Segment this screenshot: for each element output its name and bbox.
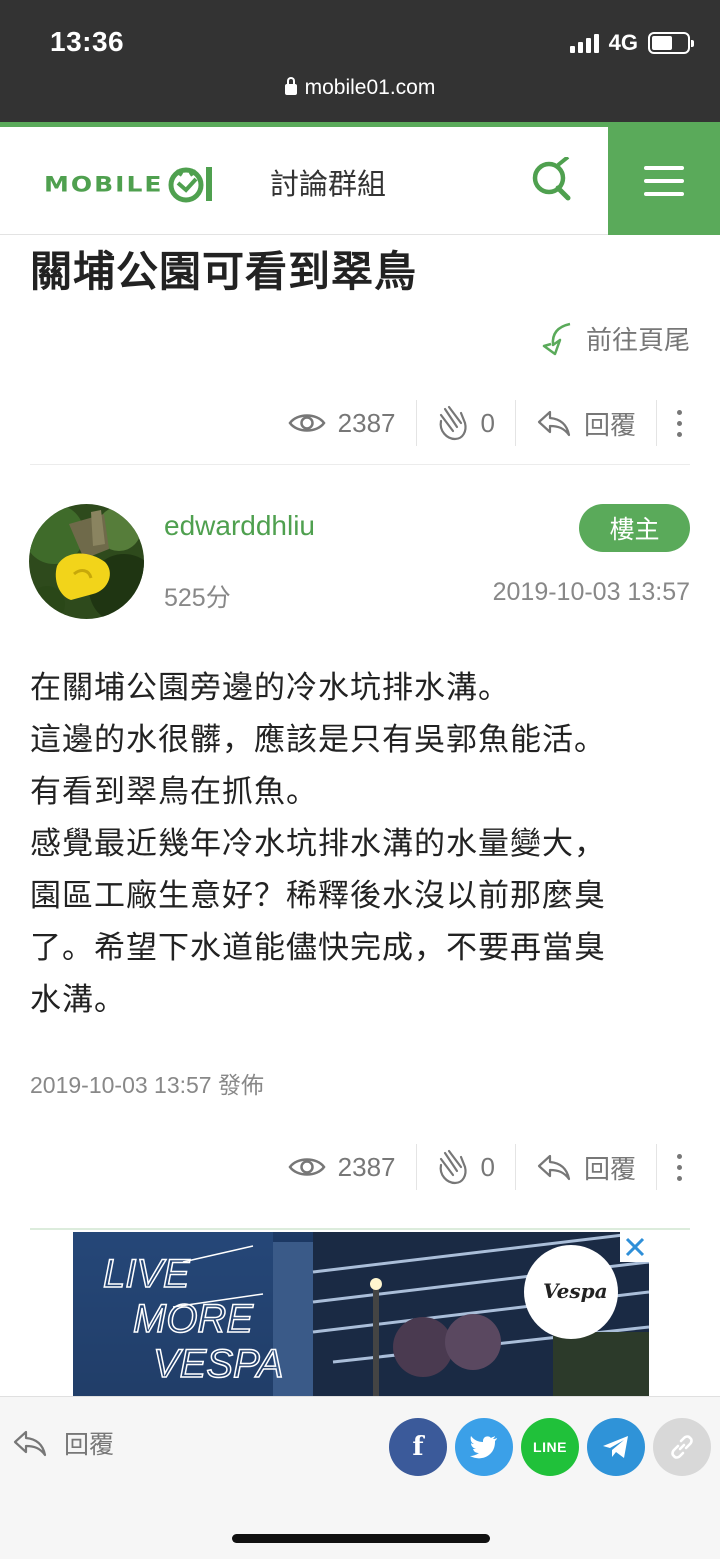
post-title: 關埔公園可看到翠鳥 [30,248,418,295]
goto-bottom-link[interactable]: 前往頁尾 [540,320,690,357]
goto-bottom-label: 前往頁尾 [585,325,690,355]
view-count: 2387 [268,1144,417,1190]
body-line: 在關埔公園旁邊的冷水坑排水溝。 [30,670,510,705]
avatar[interactable] [29,504,144,619]
more-options-button[interactable] [657,1144,690,1190]
published-time: 2019-10-03 13:57 發佈 [30,1072,264,1098]
status-icons: 4G [569,30,694,56]
body-line: 這邊的水很髒，應該是只有吳郭魚能活。 [30,722,606,757]
body-line: 水溝。 [30,982,126,1017]
bottom-toolbar: 回覆 f LINE [0,1396,720,1559]
close-icon [625,1237,645,1257]
ad-text-3: VESPA [153,1342,283,1386]
clap-icon [439,405,467,441]
more-options-button[interactable] [657,400,690,446]
clap-icon [439,1149,467,1185]
arrow-down-left-icon [542,322,571,355]
status-bar: 13:36 4G mobile01.com [0,0,720,122]
telegram-icon [603,1436,628,1458]
ad-brand: Vespa [543,1279,608,1303]
post-body: 在關埔公園旁邊的冷水坑排水溝。 這邊的水很髒，應該是只有吳郭魚能活。 有看到翠鳥… [30,662,700,1026]
reply-button[interactable]: 回覆 [516,400,657,446]
line-icon: LINE [533,1439,567,1455]
author-score: 525分 [164,584,231,612]
logo-mark-icon [168,167,212,203]
signal-icon [569,33,599,53]
eye-icon [288,414,326,432]
divider [30,464,690,465]
reply-icon [537,410,571,437]
owner-badge: 樓主 [579,504,690,552]
ad-text-1: LIVE [103,1252,191,1296]
lock-icon [284,77,297,95]
post-timestamp: 2019-10-03 13:57 [492,578,690,606]
reply-button[interactable]: 回覆 [516,1144,657,1190]
hamburger-icon [644,166,684,170]
facebook-share-button[interactable]: f [389,1418,447,1476]
body-line: 了。希望下水道能儘快完成，不要再當臭 [30,930,606,965]
ad-banner[interactable]: Vespa LIVE MORE VESPA [30,1228,690,1400]
status-time: 13:36 [50,26,125,57]
post-actions-bottom: 2387 0 回覆 [30,1142,690,1192]
body-line: 感覺最近幾年冷水坑排水溝的水量變大， [30,826,606,861]
twitter-icon [470,1436,497,1459]
site-logo[interactable]: MOBILE [44,163,216,205]
search-icon[interactable] [528,157,574,203]
address-bar[interactable]: mobile01.com [0,76,720,100]
like-button[interactable]: 0 [417,400,516,446]
link-icon [671,1435,693,1459]
bottom-reply-button[interactable]: 回覆 [12,1425,114,1461]
header-title: 討論群組 [270,169,387,201]
battery-icon [648,32,694,54]
network-type: 4G [608,30,638,55]
body-line: 園區工廠生意好？稀釋後水沒以前那麼臭 [30,878,606,913]
view-count: 2387 [268,400,417,446]
site-header: MOBILE 討論群組 [0,122,720,235]
more-vertical-icon [677,409,682,437]
facebook-icon: f [412,1432,424,1462]
telegram-share-button[interactable] [587,1418,645,1476]
author-name[interactable]: edwarddhliu [164,510,315,542]
copy-link-button[interactable] [653,1418,711,1476]
body-line: 有看到翠鳥在抓魚。 [30,774,318,809]
ad-close-button[interactable] [620,1232,650,1262]
reply-icon [13,1430,47,1457]
like-button[interactable]: 0 [417,1144,516,1190]
line-share-button[interactable]: LINE [521,1418,579,1476]
ad-image[interactable]: Vespa LIVE MORE VESPA [73,1232,649,1400]
logo-text: MOBILE [44,171,164,197]
url-text: mobile01.com [304,76,436,99]
menu-button[interactable] [608,127,720,235]
home-indicator [232,1534,490,1543]
post-actions-top: 2387 0 回覆 [30,398,690,448]
reply-icon [537,1154,571,1181]
more-vertical-icon [677,1153,682,1181]
twitter-share-button[interactable] [455,1418,513,1476]
eye-icon [288,1158,326,1176]
